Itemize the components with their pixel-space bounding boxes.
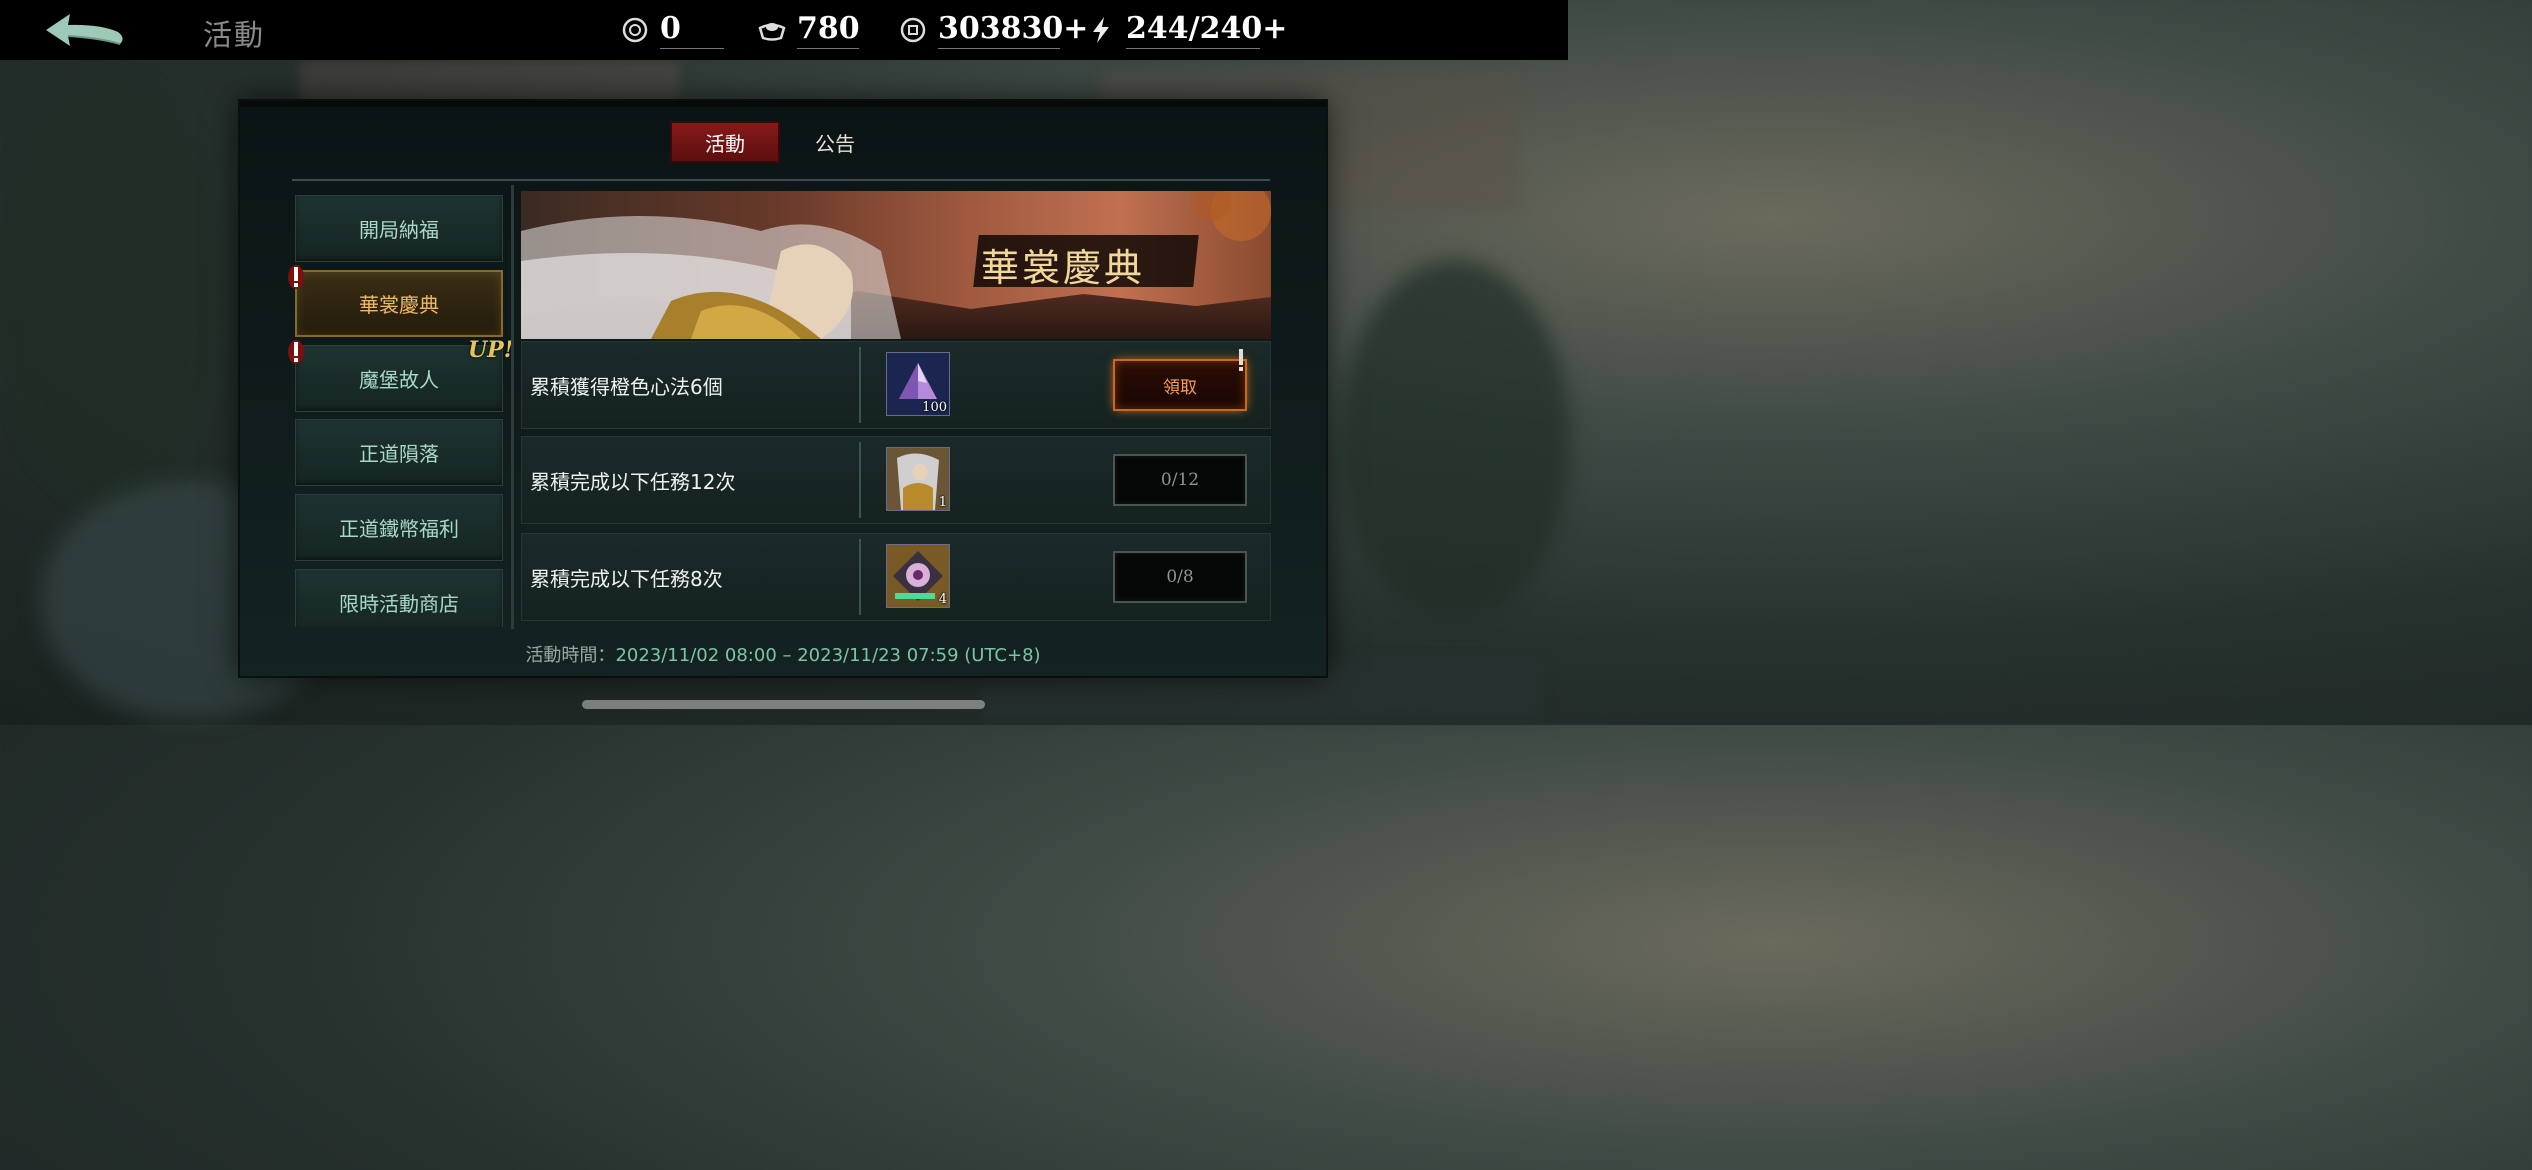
alert-icon [286,264,306,290]
reward-item[interactable]: 4 [887,545,949,607]
progress-indicator: 0/12 [1115,456,1245,504]
task-description: 累積完成以下任務8次 [530,566,723,591]
sidebar-item-label: 魔堡故人 [359,368,439,392]
back-button[interactable] [40,8,130,54]
sidebar-item-iron-coin-welfare[interactable]: 正道鐵幣福利 [295,494,503,561]
sidebar-item-label: 正道隕落 [359,442,439,466]
reward-item[interactable]: 1 [887,448,949,510]
sidebar-item-costume-festival[interactable]: 華裳慶典 [295,270,503,337]
reward-count: 1 [938,495,947,510]
task-row: 累積獲得橙色心法6個 100 領取 [521,341,1271,429]
tab-announcement[interactable]: 公告 [780,121,890,163]
sidebar-item-opening-blessing[interactable]: 開局納福 [295,195,503,262]
activity-panel: 活動 公告 開局納福 華裳慶典 魔堡故人 正道隕落 正道鐵幣福利 限時活動商店 … [240,101,1326,676]
alert-icon [1239,349,1243,371]
currency-copper-value: 303830+ [938,11,1088,49]
up-badge: UP! [468,337,514,363]
lightning-stamina-icon [1086,15,1116,45]
currency-token: 0 [620,8,724,52]
sidebar-divider [511,185,514,629]
hero-illustration-icon [521,216,901,339]
reward-item[interactable]: 100 [887,353,949,415]
task-row: 累積完成以下任務8次 4 0/8 [521,533,1271,621]
event-banner: 華裳慶典 [521,191,1271,339]
sidebar-item-righteous-fall[interactable]: 正道隕落 [295,419,503,486]
task-separator [859,539,861,615]
home-indicator[interactable] [582,700,985,709]
sidebar-item-limited-shop[interactable]: 限時活動商店 [295,569,503,627]
tab-divider [292,179,1270,181]
reward-count: 4 [938,592,947,607]
event-time-label: 活動時間： [525,645,616,666]
alert-icon [286,339,306,365]
task-description: 累積完成以下任務12次 [530,469,736,494]
claim-button[interactable]: 領取 [1115,361,1245,409]
event-time-value: 2023/11/02 08:00 – 2023/11/23 07:59 (UTC… [615,645,1041,666]
sidebar-item-label: 限時活動商店 [339,592,459,616]
sidebar-item-label: 開局納福 [359,218,439,242]
banner-title: 華裳慶典 [981,246,1146,290]
reward-count: 100 [922,400,947,415]
tab-bar: 活動 公告 [670,121,890,165]
sidebar-item-label: 華裳慶典 [359,293,439,317]
task-separator [859,347,861,423]
tab-activity[interactable]: 活動 [670,121,780,163]
currency-silver: 780 [757,8,860,52]
event-time: 活動時間：2023/11/02 08:00 – 2023/11/23 07:59… [240,641,1326,667]
currency-copper: 303830+ [898,8,1088,52]
coin-token-icon [620,15,650,45]
panel-top-edge [240,101,1326,107]
page-title: 活動 [203,18,266,52]
currency-token-value: 0 [660,11,724,49]
task-row: 累積完成以下任務12次 1 0/12 [521,436,1271,524]
copper-coin-icon [898,15,928,45]
currency-stamina-value: 244/240+ [1126,11,1287,49]
progress-indicator: 0/8 [1115,553,1245,601]
sidebar-item-label: 正道鐵幣福利 [339,517,459,541]
silver-ingot-icon [757,15,787,45]
currency-stamina: 244/240+ [1086,8,1287,52]
task-description: 累積獲得橙色心法6個 [530,374,723,399]
task-separator [859,442,861,518]
currency-silver-value: 780 [797,11,860,49]
activity-sidebar: 開局納福 華裳慶典 魔堡故人 正道隕落 正道鐵幣福利 限時活動商店 [295,195,505,627]
back-arrow-icon [46,14,123,46]
top-bar: 活動 0 780 303830+ 244/240+ [0,0,1568,60]
